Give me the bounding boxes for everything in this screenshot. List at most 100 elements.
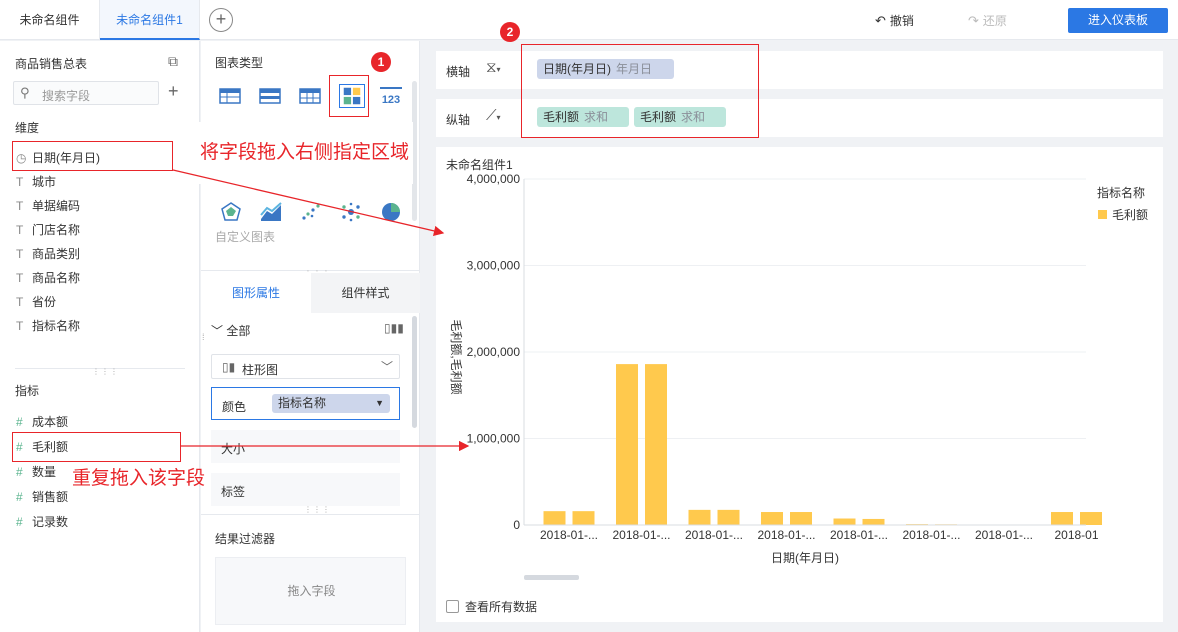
bar[interactable]: [616, 364, 638, 525]
chart-type-select[interactable]: ▯▮ 柱形图 ﹀: [211, 354, 400, 379]
color-property-row[interactable]: 颜色 指标名称 ▼: [211, 387, 400, 420]
chevron-down-icon: ﹀: [211, 324, 227, 338]
color-field-name: 指标名称: [278, 396, 327, 410]
scatter-chart-icon[interactable]: [299, 201, 323, 223]
y-axis-label: 纵轴: [446, 113, 471, 127]
field-province[interactable]: T 省份: [16, 293, 56, 313]
chart-type-value: 柱形图: [242, 363, 279, 377]
table-type-icon[interactable]: [219, 87, 241, 105]
y-tick-label: 2,000,000: [467, 345, 521, 359]
enter-dashboard-button[interactable]: 进入仪表板: [1068, 8, 1168, 33]
field-label: 省份: [32, 295, 57, 309]
chart-h-scrollbar[interactable]: [524, 575, 579, 580]
pie-chart-icon[interactable]: [379, 201, 403, 223]
add-field-icon[interactable]: +: [168, 81, 179, 102]
bar[interactable]: [833, 518, 856, 525]
x-tick-label: 2018-01-...: [685, 528, 743, 542]
field-cost[interactable]: # 成本额: [16, 413, 68, 433]
legend-entry[interactable]: 毛利额: [1112, 208, 1148, 222]
field-record-count[interactable]: # 记录数: [16, 513, 68, 533]
annotation-box-date-field: [12, 141, 173, 171]
redo-button[interactable]: ↷ 还原: [968, 12, 1007, 29]
field-label: 销售额: [32, 490, 69, 504]
field-label: 成本额: [32, 415, 69, 429]
x-tick-label: 2018-01-...: [975, 528, 1033, 542]
switch-dataset-icon[interactable]: ⧉: [168, 53, 178, 70]
bar[interactable]: [688, 509, 711, 525]
text-T-icon: T: [16, 199, 24, 213]
axis-type-icon[interactable]: ⧖▾: [486, 59, 501, 76]
field-quantity[interactable]: # 数量: [16, 463, 56, 483]
radar-chart-icon[interactable]: [219, 201, 243, 223]
undo-button[interactable]: ↶ 撤销: [875, 12, 914, 29]
dropzone-hint: 拖入字段: [287, 584, 336, 598]
caret-down-icon: ▼: [375, 398, 384, 408]
field-city[interactable]: T 城市: [16, 173, 56, 193]
bar[interactable]: [645, 364, 667, 525]
field-label: 商品名称: [32, 271, 81, 285]
color-field-pill[interactable]: 指标名称 ▼: [272, 394, 390, 413]
x-axis-label: 横轴: [446, 65, 471, 79]
cross-table-icon[interactable]: [299, 87, 321, 105]
group-table-icon[interactable]: [259, 87, 281, 105]
properties-scrollbar[interactable]: [412, 316, 417, 428]
text-T-icon: T: [16, 295, 24, 309]
hash-icon: #: [16, 515, 23, 529]
bubble-chart-icon[interactable]: [339, 201, 363, 223]
field-store-name[interactable]: T 门店名称: [16, 221, 80, 241]
bar[interactable]: [572, 511, 595, 525]
redo-label: 还原: [982, 14, 1007, 28]
result-filter-dropzone[interactable]: 拖入字段: [215, 557, 406, 625]
bar-chart-small-icon[interactable]: ▯▮▮: [384, 321, 404, 335]
size-property-row[interactable]: 大小: [211, 430, 400, 463]
axis-type-icon[interactable]: ⟋▾: [486, 107, 501, 124]
tab-component-1[interactable]: 未命名组件1: [100, 0, 200, 40]
field-search-input[interactable]: ⚲ 搜索字段: [13, 81, 159, 105]
size-label: 大小: [221, 442, 246, 456]
view-all-data-checkbox[interactable]: 查看所有数据: [446, 598, 537, 615]
property-all[interactable]: ﹀ 全部: [211, 322, 250, 339]
panel-divider: [201, 514, 420, 515]
field-doc-code[interactable]: T 单据编码: [16, 197, 80, 217]
search-placeholder: 搜索字段: [42, 89, 91, 103]
field-sales[interactable]: # 销售额: [16, 488, 68, 508]
field-metric-name[interactable]: T 指标名称: [16, 317, 80, 337]
bar[interactable]: [862, 518, 885, 525]
x-axis-title: 日期(年月日): [771, 551, 839, 565]
label-property-row[interactable]: 标签: [211, 473, 400, 506]
bar[interactable]: [761, 512, 783, 525]
drag-handle-icon[interactable]: ⁞: [202, 332, 205, 342]
tab-component-style[interactable]: 组件样式: [311, 273, 420, 313]
dataset-title: 商品销售总表: [15, 57, 88, 71]
area-chart-icon[interactable]: [259, 201, 283, 223]
y-tick-label: 3,000,000: [467, 259, 521, 273]
resize-grip-icon[interactable]: ⋮⋮⋮: [304, 505, 331, 514]
annotation-badge-1: 1: [371, 52, 391, 72]
y-tick-label: 4,000,000: [467, 172, 521, 186]
search-icon: ⚲: [20, 85, 30, 100]
field-label: 指标名称: [32, 319, 81, 333]
custom-chart-label[interactable]: 自定义图表: [215, 228, 275, 245]
field-label: 数量: [32, 465, 57, 479]
field-product-name[interactable]: T 商品名称: [16, 269, 80, 289]
annotation-note-drag: 将字段拖入右侧指定区域: [186, 122, 414, 184]
x-tick-label: 2018-01-...: [757, 528, 815, 542]
field-product-category[interactable]: T 商品类别: [16, 245, 80, 265]
bar[interactable]: [1080, 512, 1102, 525]
kpi-number-icon[interactable]: 123: [379, 85, 403, 107]
text-T-icon: T: [16, 247, 24, 261]
tab-graphic-properties[interactable]: 图形属性: [201, 273, 311, 313]
bar[interactable]: [543, 511, 566, 525]
bar-chart-icon: ▯▮: [222, 360, 236, 374]
x-tick-label: 2018-01-...: [612, 528, 670, 542]
bar[interactable]: [717, 509, 740, 525]
y-tick-label: 0: [513, 518, 520, 532]
svg-text:123: 123: [382, 94, 400, 106]
add-tab-icon[interactable]: +: [209, 8, 233, 32]
tab-component[interactable]: 未命名组件: [0, 0, 100, 40]
resize-grip-icon[interactable]: ⋮⋮⋮: [92, 367, 119, 376]
bar[interactable]: [1051, 512, 1073, 525]
field-label: 城市: [32, 175, 57, 189]
chevron-down-icon: ﹀: [380, 360, 393, 374]
bar[interactable]: [790, 512, 812, 525]
